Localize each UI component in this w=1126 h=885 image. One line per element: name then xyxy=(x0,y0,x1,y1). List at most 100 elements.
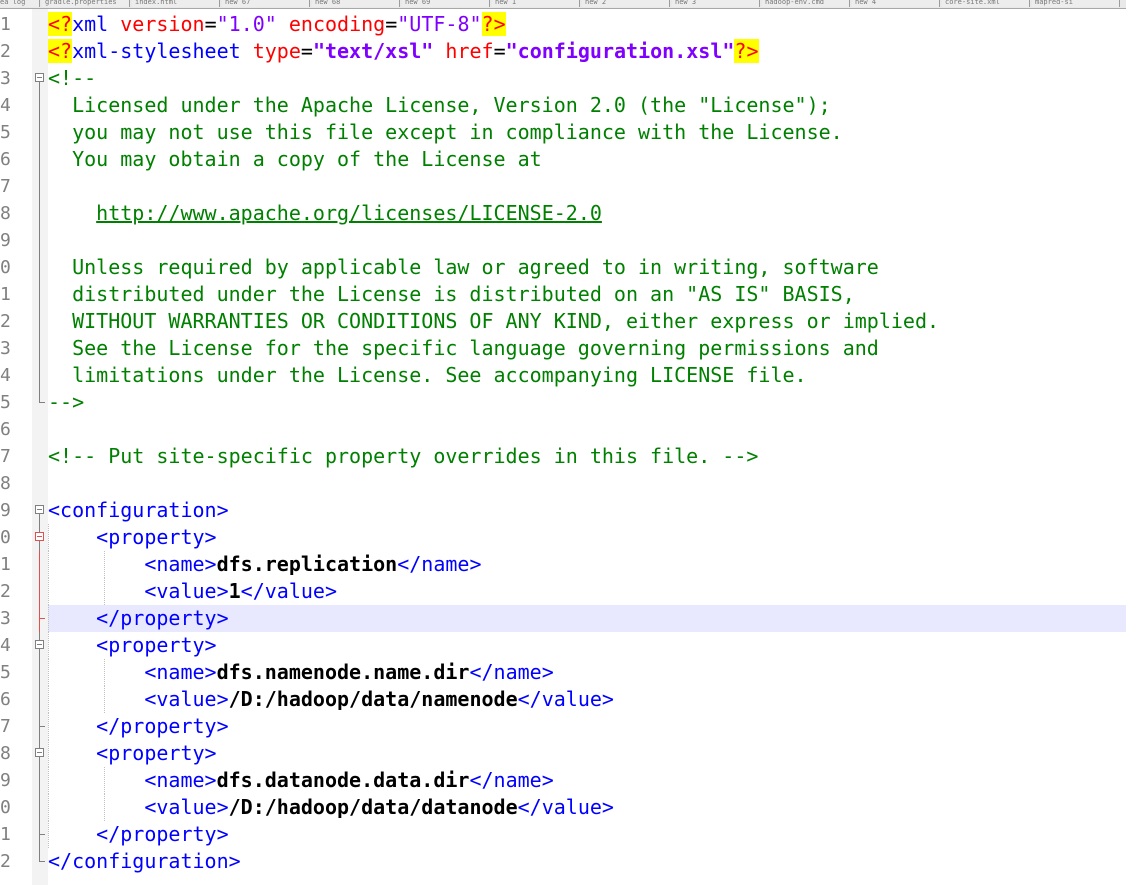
fold-end xyxy=(33,821,47,848)
code-token: href xyxy=(445,39,494,63)
indent-guide xyxy=(48,659,50,686)
tab-file[interactable]: index.html xyxy=(132,0,220,7)
code-line[interactable]: 5 <name>dfs.namenode.name.dir</name> xyxy=(0,659,1126,686)
code-line[interactable]: 6 xyxy=(0,416,1126,443)
line-number: 9 xyxy=(0,230,11,251)
tab-file[interactable]: gradle.properties xyxy=(42,0,130,7)
code-token: 1 xyxy=(228,579,241,603)
code-text: http://www.apache.org/licenses/LICENSE-2… xyxy=(48,200,602,227)
code-lines[interactable]: 1 <?xml version="1.0" encoding="UTF-8"?> 2… xyxy=(0,11,1126,875)
code-line[interactable]: 6 <value>/D:/hadoop/data/namenode</value… xyxy=(0,686,1126,713)
code-line[interactable]: 2 <value>1</value> xyxy=(0,578,1126,605)
code-token: WITHOUT WARRANTIES OR CONDITIONS OF ANY … xyxy=(48,309,940,333)
code-line[interactable]: 2 <?xml-stylesheet type="text/xsl" href="… xyxy=(0,38,1126,65)
code-line[interactable]: 0 <value>/D:/hadoop/data/datanode</value… xyxy=(0,794,1126,821)
code-line[interactable]: 1 </property> xyxy=(0,821,1126,848)
fold-toggle-icon[interactable] xyxy=(33,740,47,767)
line-number: 5 xyxy=(0,662,11,683)
tab-file[interactable]: new 69 xyxy=(402,0,490,7)
code-line[interactable]: 4 <property> xyxy=(0,632,1126,659)
code-line[interactable]: 2 </configuration> xyxy=(0,848,1126,875)
indent-guide xyxy=(48,605,50,632)
code-text: <name>dfs.datanode.data.dir</name> xyxy=(48,767,553,794)
indent-guide xyxy=(104,578,106,605)
line-number: 7 xyxy=(0,176,11,197)
code-token: </value> xyxy=(240,579,337,603)
code-text: See the License for the specific languag… xyxy=(48,335,879,362)
code-token: encoding xyxy=(288,12,386,36)
tab-file[interactable]: core-site.xml xyxy=(942,0,1030,7)
line-number: 2 xyxy=(0,311,11,332)
code-text: </configuration> xyxy=(48,848,241,875)
code-line[interactable]: 9 xyxy=(0,227,1126,254)
code-line[interactable]: 9 <configuration> xyxy=(0,497,1126,524)
fold-toggle-icon[interactable] xyxy=(33,524,47,551)
code-line[interactable]: 6 You may obtain a copy of the License a… xyxy=(0,146,1126,173)
code-line[interactable]: 8 <property> xyxy=(0,740,1126,767)
fold-toggle-icon[interactable] xyxy=(33,632,47,659)
code-line[interactable]: 8 xyxy=(0,470,1126,497)
line-number: 2 xyxy=(0,851,11,872)
line-number: 7 xyxy=(0,446,11,467)
code-token: </value> xyxy=(517,687,614,711)
code-token: <property> xyxy=(96,633,217,657)
code-text: <property> xyxy=(48,740,216,767)
tab-file[interactable]: new 4 xyxy=(852,0,940,7)
tab-file[interactable]: mapred-si xyxy=(1032,0,1120,7)
tab-file[interactable]: new 1 xyxy=(492,0,580,7)
code-token: "UTF-8" xyxy=(397,12,482,36)
code-token: <? xyxy=(48,39,73,63)
license-link[interactable]: http://www.apache.org/licenses/LICENSE-2… xyxy=(96,201,602,225)
code-line[interactable]: 5 --> xyxy=(0,389,1126,416)
code-line[interactable]: 3 </property> xyxy=(0,605,1126,632)
code-line[interactable]: 8 http://www.apache.org/licenses/LICENSE… xyxy=(0,200,1126,227)
tab-file[interactable]: ea log xyxy=(0,0,40,7)
code-token: Unless required by applicable law or agr… xyxy=(48,255,879,279)
code-line[interactable]: 9 <name>dfs.datanode.data.dir</name> xyxy=(0,767,1126,794)
code-editor[interactable]: 1 <?xml version="1.0" encoding="UTF-8"?> 2… xyxy=(0,9,1126,885)
fold-toggle-icon[interactable] xyxy=(33,497,47,524)
code-line[interactable]: 3 See the License for the specific langu… xyxy=(0,335,1126,362)
tab-file[interactable]: hadoop-env.cmd xyxy=(762,0,850,7)
fold-line xyxy=(33,686,47,713)
code-line[interactable]: 2 WITHOUT WARRANTIES OR CONDITIONS OF AN… xyxy=(0,308,1126,335)
code-line[interactable]: 4 Licensed under the Apache License, Ver… xyxy=(0,92,1126,119)
fold-end xyxy=(33,848,47,875)
code-line[interactable]: 0 Unless required by applicable law or a… xyxy=(0,254,1126,281)
code-line[interactable]: 3 <!-- xyxy=(0,65,1126,92)
code-line[interactable]: 4 limitations under the License. See acc… xyxy=(0,362,1126,389)
code-line[interactable]: 7 xyxy=(0,173,1126,200)
indent-guide xyxy=(48,740,50,767)
tab-file[interactable]: new 3 xyxy=(672,0,760,7)
code-line[interactable]: 1 <name>dfs.replication</name> xyxy=(0,551,1126,578)
code-token: </property> xyxy=(96,822,229,846)
code-line[interactable]: 1 <?xml version="1.0" encoding="UTF-8"?> xyxy=(0,11,1126,38)
code-line[interactable]: 7 <!-- Put site-specific property overrid… xyxy=(0,443,1126,470)
code-text: --> xyxy=(48,389,84,416)
line-number: 9 xyxy=(0,770,11,791)
code-text: </property> xyxy=(48,821,229,848)
code-token: limitations under the License. See accom… xyxy=(48,363,807,387)
indent-guide xyxy=(48,794,50,821)
tab-file[interactable]: new 68 xyxy=(312,0,400,7)
code-line[interactable]: 0 <property> xyxy=(0,524,1126,551)
code-line[interactable]: 5 you may not use this file except in co… xyxy=(0,119,1126,146)
tab-file[interactable]: new 2 xyxy=(582,0,670,7)
tab-file[interactable]: new 67 xyxy=(222,0,310,7)
code-line[interactable]: 7 </property> xyxy=(0,713,1126,740)
indent-guide xyxy=(48,632,50,659)
indent-guide xyxy=(48,821,50,848)
code-text: <?xml-stylesheet type="text/xsl" href="c… xyxy=(48,38,759,65)
code-token: /D:/hadoop/data/datanode xyxy=(228,795,518,819)
code-line[interactable]: 1 distributed under the License is distr… xyxy=(0,281,1126,308)
fold-line xyxy=(33,335,47,362)
line-number: 4 xyxy=(0,95,11,116)
line-number: 2 xyxy=(0,41,11,62)
fold-toggle-icon[interactable] xyxy=(33,65,47,92)
